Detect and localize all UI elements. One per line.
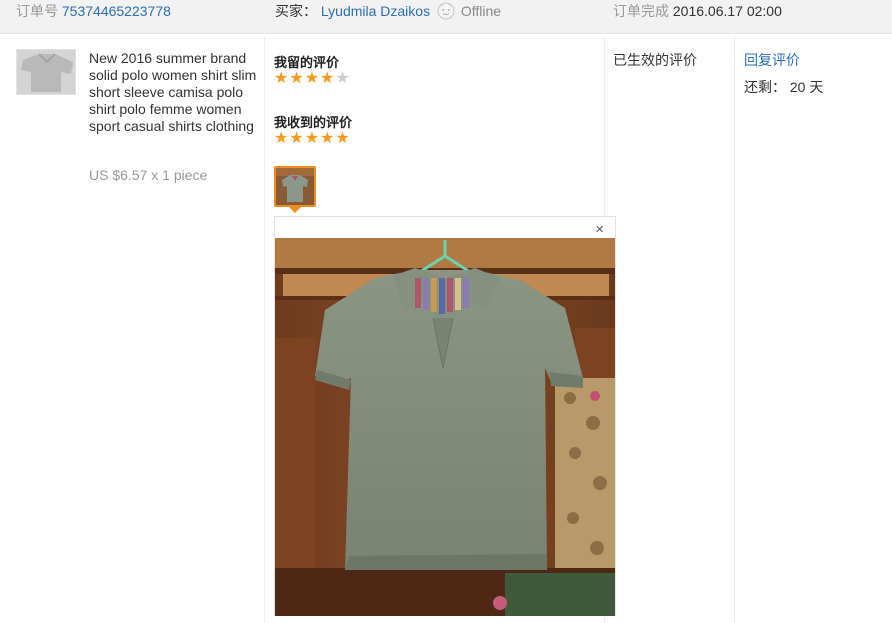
- completed-time: 2016.06.17 02:00: [672, 3, 782, 19]
- remaining-label: 还剩：: [744, 79, 786, 95]
- star-icon: ★: [304, 70, 321, 87]
- product-thumbnail[interactable]: [16, 49, 76, 95]
- order-number-field: 订单号 75374465223778: [16, 2, 171, 20]
- received-feedback-stars: ★★★★★: [274, 131, 351, 147]
- buyer-field: 买家： Lyudmila Dzaikos Offline: [275, 2, 501, 24]
- buyer-label: 买家：: [275, 3, 317, 19]
- buyer-status: Offline: [460, 3, 502, 19]
- order-number-label: 订单号: [16, 3, 58, 19]
- buyer-name-link[interactable]: Lyudmila Dzaikos: [321, 3, 430, 19]
- my-feedback-stars: ★★★★★: [274, 71, 351, 87]
- chat-offline-icon[interactable]: [437, 2, 455, 24]
- star-icon: ★: [304, 130, 321, 147]
- received-feedback-label: 我收到的评价: [274, 115, 353, 130]
- completed-label: 订单完成: [613, 3, 669, 19]
- feedback-photo: [275, 238, 615, 616]
- star-icon: ★: [274, 70, 290, 87]
- my-feedback-label: 我留的评价: [274, 55, 340, 70]
- product-title[interactable]: New 2016 summer brand solid polo women s…: [89, 50, 259, 135]
- star-icon: ★: [320, 130, 336, 147]
- remaining-value: 20 天: [789, 79, 824, 95]
- star-icon: ★: [289, 70, 305, 87]
- close-icon[interactable]: ×: [595, 221, 604, 239]
- star-icon: ★: [274, 130, 290, 147]
- remaining-time: 还剩： 20 天: [744, 77, 823, 97]
- order-number-link[interactable]: 75374465223778: [62, 3, 171, 19]
- star-icon: ★: [320, 70, 336, 87]
- column-divider: [734, 36, 735, 623]
- reply-feedback-link[interactable]: 回复评价: [744, 50, 800, 70]
- completed-field: 订单完成 2016.06.17 02:00: [613, 2, 782, 20]
- feedback-status: 已生效的评价: [613, 52, 697, 68]
- star-icon: ★: [335, 130, 351, 147]
- column-divider: [264, 36, 265, 623]
- star-empty-icon: ★: [335, 70, 351, 87]
- star-icon: ★: [289, 130, 305, 147]
- photo-viewer: ×: [274, 216, 616, 616]
- feedback-photo-thumbnail[interactable]: [274, 166, 316, 207]
- order-header: 订单号 75374465223778 买家： Lyudmila Dzaikos …: [0, 0, 892, 34]
- thumbnail-pointer: [289, 207, 301, 213]
- product-price: US $6.57 x 1 piece: [89, 167, 208, 183]
